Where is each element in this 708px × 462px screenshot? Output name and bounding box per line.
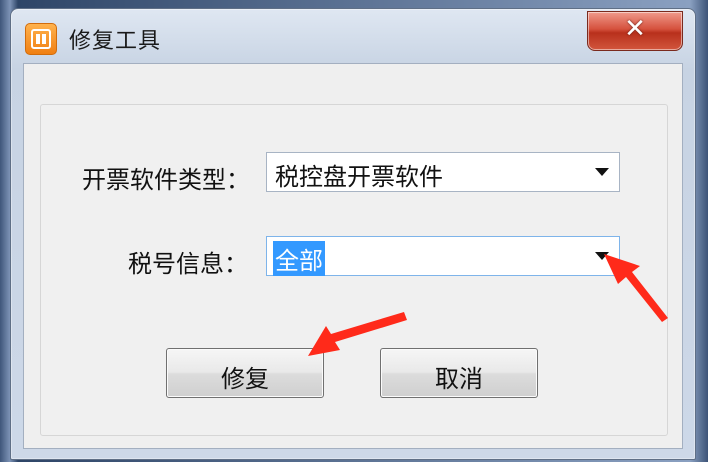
arrow-to-dropdown-icon [604,254,668,322]
arrow-to-repair-button-icon [308,312,407,356]
annotation-arrows [308,254,668,356]
